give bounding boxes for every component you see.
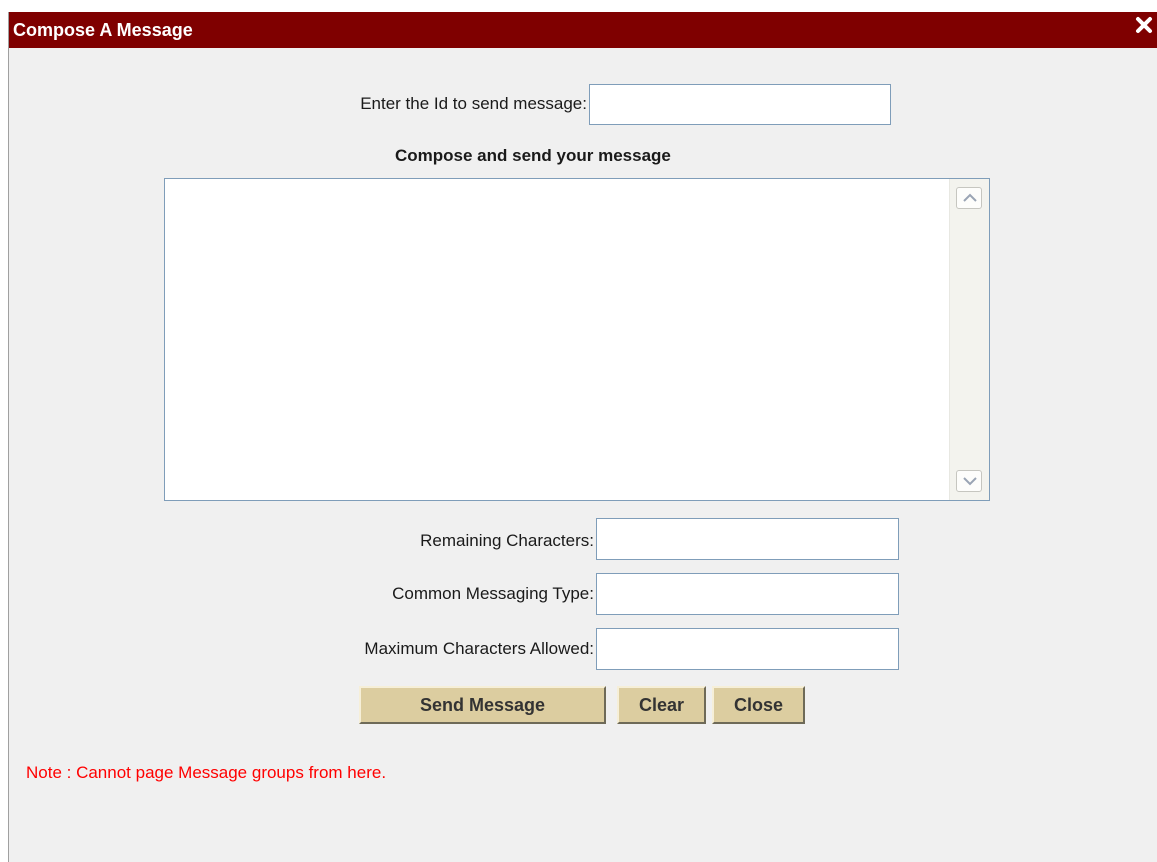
scroll-down-button[interactable] bbox=[956, 470, 982, 492]
compose-message-dialog: Compose A Message Enter the Id to send m… bbox=[8, 12, 1157, 862]
close-icon[interactable] bbox=[1135, 16, 1153, 34]
messaging-type-field[interactable] bbox=[596, 573, 899, 615]
note-text: Note : Cannot page Message groups from h… bbox=[26, 763, 387, 782]
message-input[interactable] bbox=[165, 179, 949, 500]
compose-heading: Compose and send your message bbox=[395, 146, 671, 165]
id-input[interactable] bbox=[589, 84, 891, 125]
chevron-up-icon bbox=[963, 193, 977, 202]
remaining-label: Remaining Characters: bbox=[420, 531, 594, 550]
chevron-down-icon bbox=[963, 477, 977, 486]
clear-button[interactable]: Clear bbox=[617, 686, 706, 724]
message-textarea[interactable] bbox=[164, 178, 990, 501]
message-scrollbar[interactable] bbox=[949, 179, 989, 500]
max-characters-field[interactable] bbox=[596, 628, 899, 670]
remaining-field[interactable] bbox=[596, 518, 899, 560]
dialog-title: Compose A Message bbox=[13, 20, 193, 40]
id-label: Enter the Id to send message: bbox=[360, 94, 587, 113]
dialog-titlebar: Compose A Message bbox=[9, 12, 1157, 48]
send-message-button[interactable]: Send Message bbox=[359, 686, 606, 724]
max-label: Maximum Characters Allowed: bbox=[364, 639, 594, 658]
type-label: Common Messaging Type: bbox=[392, 584, 594, 603]
close-button[interactable]: Close bbox=[712, 686, 805, 724]
scroll-up-button[interactable] bbox=[956, 187, 982, 209]
